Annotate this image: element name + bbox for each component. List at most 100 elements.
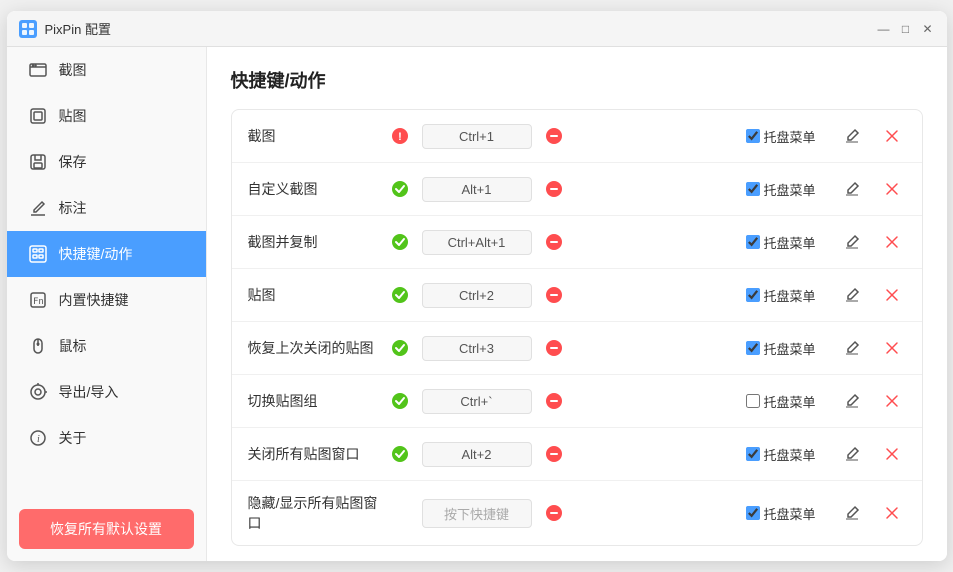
shortcuts-icon <box>27 243 49 265</box>
tray-checkbox[interactable] <box>746 341 760 355</box>
tray-menu-option[interactable]: 托盘菜单 <box>746 127 826 146</box>
tray-menu-option[interactable]: 托盘菜单 <box>746 504 826 523</box>
tray-checkbox[interactable] <box>746 129 760 143</box>
edit-shortcut-icon[interactable] <box>838 334 866 362</box>
sidebar-item-sticker[interactable]: 贴图 <box>7 93 206 139</box>
remove-shortcut-icon[interactable] <box>544 179 564 199</box>
shortcut-row: 贴图 Ctrl+2 托盘菜单 <box>232 269 922 322</box>
sidebar-item-builtin[interactable]: Fn 内置快捷键 <box>7 277 206 323</box>
tray-label: 托盘菜单 <box>764 286 816 305</box>
remove-shortcut-icon[interactable] <box>544 285 564 305</box>
shortcut-name: 关闭所有贴图窗口 <box>248 444 378 464</box>
shortcut-name: 贴图 <box>248 285 378 305</box>
save-icon <box>27 151 49 173</box>
edit-shortcut-icon[interactable] <box>838 499 866 527</box>
shortcut-key[interactable]: Ctrl+Alt+1 <box>422 230 532 255</box>
sidebar-item-label: 截图 <box>59 60 87 80</box>
sidebar-item-save[interactable]: 保存 <box>7 139 206 185</box>
delete-shortcut-icon[interactable] <box>878 440 906 468</box>
shortcut-key[interactable]: Ctrl+` <box>422 389 532 414</box>
success-status-icon <box>390 391 410 411</box>
remove-shortcut-icon[interactable] <box>544 338 564 358</box>
sidebar-item-label: 贴图 <box>59 106 87 126</box>
restore-defaults-button[interactable]: 恢复所有默认设置 <box>19 509 194 549</box>
sidebar-item-about[interactable]: i 关于 <box>7 415 206 461</box>
shortcut-name: 自定义截图 <box>248 179 378 199</box>
shortcut-row: 截图并复制 Ctrl+Alt+1 托盘菜单 <box>232 216 922 269</box>
sidebar-item-screenshot[interactable]: 截图 <box>7 47 206 93</box>
main-window: PixPin 配置 — □ ✕ 截图 贴图 保存 标注 快捷键/动作 Fn <box>7 11 947 561</box>
remove-shortcut-icon[interactable] <box>544 391 564 411</box>
delete-shortcut-icon[interactable] <box>878 387 906 415</box>
page-title: 快捷键/动作 <box>231 67 923 93</box>
sidebar-item-label: 快捷键/动作 <box>59 244 133 264</box>
shortcut-name: 切换贴图组 <box>248 391 378 411</box>
tray-menu-option[interactable]: 托盘菜单 <box>746 233 826 252</box>
maximize-button[interactable]: □ <box>899 22 913 36</box>
remove-shortcut-icon[interactable] <box>544 444 564 464</box>
shortcut-row: 关闭所有贴图窗口 Alt+2 托盘菜单 <box>232 428 922 481</box>
delete-shortcut-icon[interactable] <box>878 228 906 256</box>
tray-checkbox[interactable] <box>746 288 760 302</box>
shortcut-key[interactable]: Alt+1 <box>422 177 532 202</box>
delete-shortcut-icon[interactable] <box>878 281 906 309</box>
error-status-icon: ! <box>390 126 410 146</box>
remove-shortcut-icon[interactable] <box>544 232 564 252</box>
close-button[interactable]: ✕ <box>921 22 935 36</box>
main-content: 截图 贴图 保存 标注 快捷键/动作 Fn 内置快捷键 鼠标 导出/导入 i 关… <box>7 47 947 561</box>
shortcut-name: 隐藏/显示所有贴图窗口 <box>248 493 378 533</box>
tray-label: 托盘菜单 <box>764 127 816 146</box>
shortcut-row: 自定义截图 Alt+1 托盘菜单 <box>232 163 922 216</box>
edit-shortcut-icon[interactable] <box>838 281 866 309</box>
tray-menu-option[interactable]: 托盘菜单 <box>746 180 826 199</box>
tray-checkbox[interactable] <box>746 394 760 408</box>
delete-shortcut-icon[interactable] <box>878 175 906 203</box>
shortcut-row: 隐藏/显示所有贴图窗口 按下快捷键 托盘菜单 <box>232 481 922 545</box>
tray-checkbox[interactable] <box>746 182 760 196</box>
edit-shortcut-icon[interactable] <box>838 387 866 415</box>
edit-shortcut-icon[interactable] <box>838 228 866 256</box>
success-status-icon <box>390 285 410 305</box>
shortcut-key[interactable]: Ctrl+3 <box>422 336 532 361</box>
remove-shortcut-icon[interactable] <box>544 503 564 523</box>
tray-label: 托盘菜单 <box>764 445 816 464</box>
tray-menu-option[interactable]: 托盘菜单 <box>746 339 826 358</box>
sidebar-item-shortcuts[interactable]: 快捷键/动作 <box>7 231 206 277</box>
edit-shortcut-icon[interactable] <box>838 175 866 203</box>
delete-shortcut-icon[interactable] <box>878 334 906 362</box>
sidebar-item-label: 关于 <box>59 428 87 448</box>
about-icon: i <box>27 427 49 449</box>
edit-shortcut-icon[interactable] <box>838 122 866 150</box>
minimize-button[interactable]: — <box>877 22 891 36</box>
mouse-icon <box>27 335 49 357</box>
sidebar-bottom: 恢复所有默认设置 <box>7 497 206 561</box>
edit-shortcut-icon[interactable] <box>838 440 866 468</box>
tray-menu-option[interactable]: 托盘菜单 <box>746 286 826 305</box>
delete-shortcut-icon[interactable] <box>878 122 906 150</box>
remove-shortcut-icon[interactable] <box>544 126 564 146</box>
sidebar-item-mouse[interactable]: 鼠标 <box>7 323 206 369</box>
tray-checkbox[interactable] <box>746 235 760 249</box>
tray-menu-option[interactable]: 托盘菜单 <box>746 445 826 464</box>
tray-menu-option[interactable]: 托盘菜单 <box>746 392 826 411</box>
app-title: PixPin 配置 <box>45 19 877 38</box>
window-controls: — □ ✕ <box>877 22 935 36</box>
shortcut-key[interactable]: Ctrl+1 <box>422 124 532 149</box>
sidebar-item-label: 鼠标 <box>59 336 87 356</box>
sidebar-item-export[interactable]: 导出/导入 <box>7 369 206 415</box>
svg-text:!: ! <box>398 131 402 143</box>
tray-label: 托盘菜单 <box>764 180 816 199</box>
shortcut-key[interactable]: Alt+2 <box>422 442 532 467</box>
sidebar-item-annotate[interactable]: 标注 <box>7 185 206 231</box>
shortcut-name: 截图并复制 <box>248 232 378 252</box>
tray-checkbox[interactable] <box>746 447 760 461</box>
shortcut-key[interactable]: Ctrl+2 <box>422 283 532 308</box>
content-area: 快捷键/动作 截图!Ctrl+1托盘菜单自定义截图Alt+1托盘菜单截图并复制C… <box>207 47 947 561</box>
tray-checkbox[interactable] <box>746 506 760 520</box>
tray-label: 托盘菜单 <box>764 233 816 252</box>
delete-shortcut-icon[interactable] <box>878 499 906 527</box>
success-status-icon <box>390 338 410 358</box>
tray-label: 托盘菜单 <box>764 339 816 358</box>
sidebar-item-label: 保存 <box>59 152 87 172</box>
shortcut-key[interactable]: 按下快捷键 <box>422 499 532 528</box>
